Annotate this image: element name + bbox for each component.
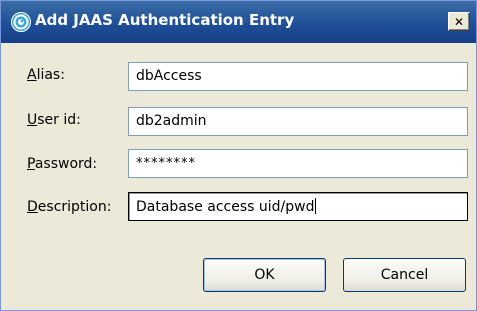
ok-button-label: OK [254,267,275,283]
alias-label: Alias: [27,67,65,83]
password-value: ******** [136,156,196,171]
user-id-field[interactable]: db2admin [128,107,468,136]
alias-value: dbAccess [136,68,202,84]
close-button[interactable]: ✕ [448,12,470,31]
password-field[interactable]: ******** [128,149,468,178]
user-id-label: User id: [27,112,81,128]
dialog-title: Add JAAS Authentication Entry [35,11,295,29]
title-bar[interactable]: Add JAAS Authentication Entry ✕ [1,1,476,43]
description-label: Description: [27,199,112,215]
description-field[interactable]: Database access uid/pwd [128,192,468,221]
password-label: Password: [27,156,98,172]
alias-field[interactable]: dbAccess [128,62,468,91]
close-icon: ✕ [453,14,465,29]
cancel-button[interactable]: Cancel [343,258,466,292]
user-id-value: db2admin [136,113,207,129]
ok-button[interactable]: OK [203,258,326,292]
text-caret [315,198,317,214]
websphere-swirl-icon [11,12,31,32]
jaas-auth-dialog: Add JAAS Authentication Entry ✕ Alias: d… [0,0,477,311]
cancel-button-label: Cancel [380,267,429,283]
description-value: Database access uid/pwd [136,199,315,215]
